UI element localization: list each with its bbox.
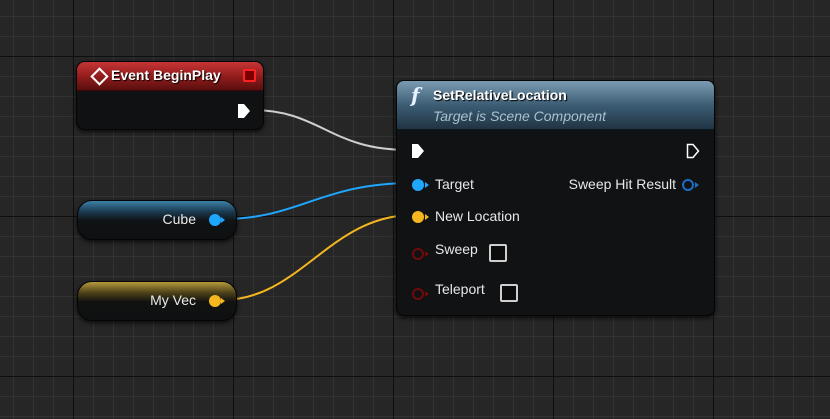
event-node-title: Event BeginPlay (111, 67, 221, 83)
teleport-checkbox[interactable] (500, 284, 518, 302)
variable-node-cube[interactable]: Cube (77, 200, 237, 240)
sweep-hit-result-pin-label: Sweep Hit Result (568, 176, 676, 192)
target-input-pin[interactable] (412, 179, 424, 191)
function-node-header[interactable]: f SetRelativeLocation Target is Scene Co… (397, 81, 714, 130)
myvec-newlocation-wire (221, 214, 414, 301)
new-location-pin-label: New Location (435, 208, 520, 224)
pin-arrow-icon (695, 182, 699, 188)
function-node-title: SetRelativeLocation (433, 87, 567, 103)
teleport-pin-label: Teleport (435, 281, 485, 297)
variable-node-my-vec[interactable]: My Vec (77, 281, 237, 321)
set-relative-location-node[interactable]: f SetRelativeLocation Target is Scene Co… (396, 80, 715, 316)
pin-arrow-icon (221, 298, 225, 304)
sweep-pin-label: Sweep (435, 241, 478, 257)
pin-arrow-icon (425, 291, 429, 297)
pin-arrow-icon (425, 251, 429, 257)
exec-input-pin-icon[interactable] (411, 143, 425, 159)
teleport-input-pin[interactable] (412, 288, 424, 300)
function-node-subtitle: Target is Scene Component (433, 108, 607, 124)
variable-label: Cube (162, 211, 196, 227)
pin-arrow-icon (221, 217, 225, 223)
vector-output-pin[interactable] (209, 295, 221, 307)
delegate-output-pin[interactable] (243, 69, 256, 82)
pin-arrow-icon (425, 182, 429, 188)
event-node-header[interactable]: Event BeginPlay (77, 62, 263, 91)
event-diamond-icon (90, 67, 109, 86)
variable-label: My Vec (150, 292, 196, 308)
sweep-checkbox[interactable] (489, 244, 507, 262)
new-location-input-pin[interactable] (412, 211, 424, 223)
sweep-hit-result-output-pin[interactable] (682, 179, 694, 191)
exec-output-pin-icon[interactable] (686, 143, 700, 159)
target-pin-label: Target (435, 176, 474, 192)
exec-wire (251, 109, 409, 151)
sweep-input-pin[interactable] (412, 248, 424, 260)
pin-arrow-icon (425, 214, 429, 220)
event-beginplay-node[interactable]: Event BeginPlay (76, 61, 264, 130)
exec-output-pin-icon[interactable] (237, 103, 251, 119)
cube-target-wire (221, 182, 414, 220)
function-icon: f (411, 83, 420, 107)
object-output-pin[interactable] (209, 214, 221, 226)
